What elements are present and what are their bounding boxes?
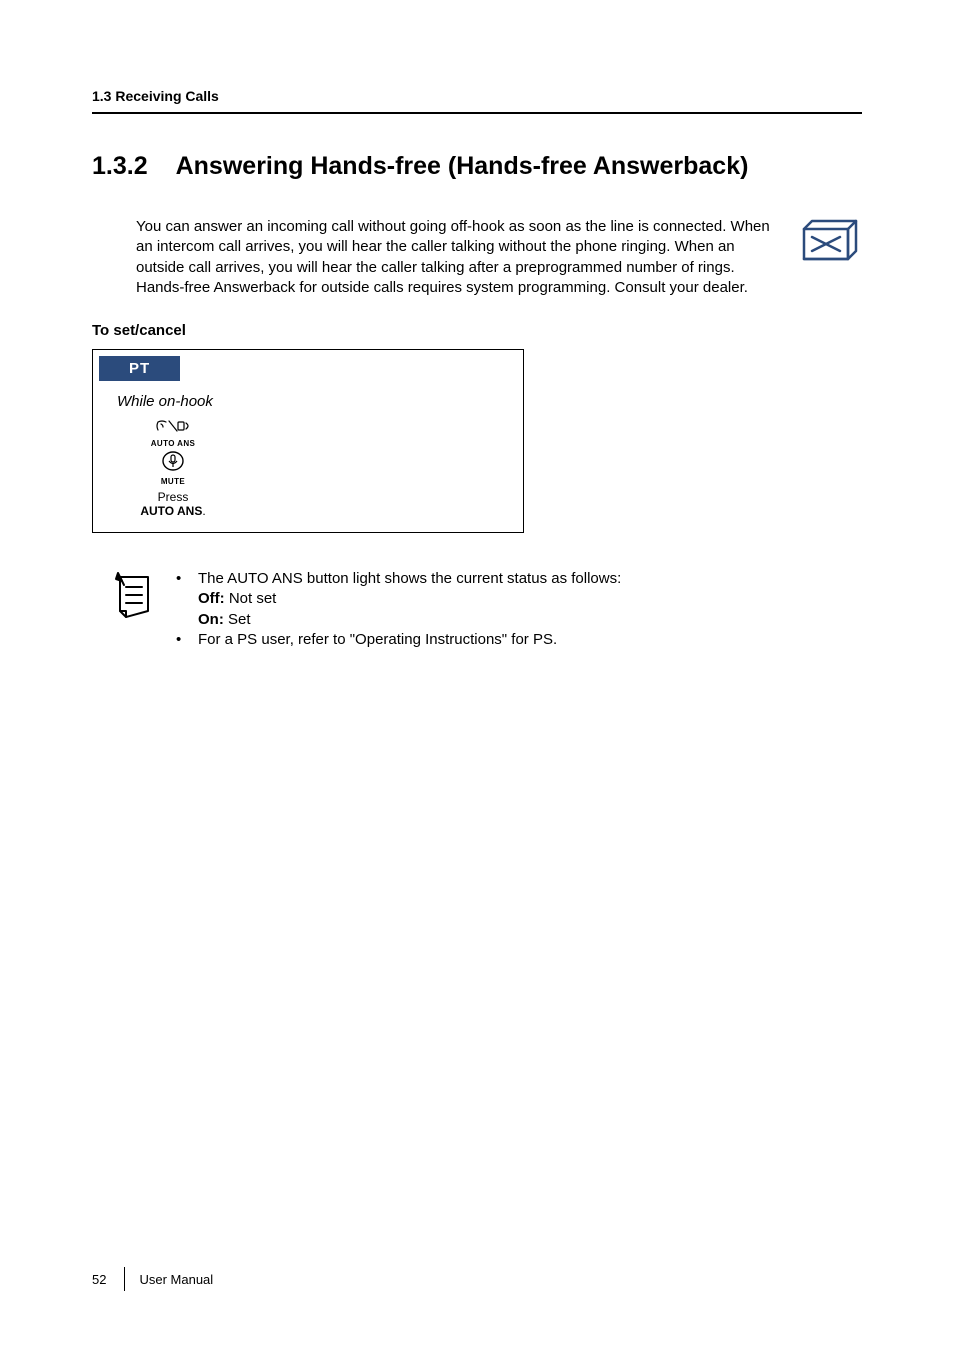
footer-divider [124, 1267, 125, 1291]
note-icon [110, 571, 158, 628]
section-number: 1.3.2 [92, 152, 148, 181]
footer: 52 User Manual [92, 1267, 213, 1291]
press-target: AUTO ANS [140, 504, 202, 518]
on-value: Set [228, 611, 251, 628]
programming-icon [798, 217, 862, 278]
intro-row: You can answer an incoming call without … [136, 217, 862, 298]
notes-list: The AUTO ANS button light shows the curr… [176, 569, 621, 650]
procedure-heading: To set/cancel [92, 322, 862, 339]
notes-row: The AUTO ANS button light shows the curr… [110, 569, 862, 650]
press-suffix: . [202, 504, 205, 518]
speaker-handset-icon [154, 418, 192, 434]
press-instruction: Press AUTO ANS. [133, 490, 213, 518]
note-1-off: Off: Not set [198, 589, 621, 609]
auto-ans-button-illustration: AUTO ANS MUTE Press AUTO ANS. [133, 418, 213, 518]
procedure-body: While on-hook AUTO ANS [93, 381, 523, 532]
running-header: 1.3 Receiving Calls [92, 88, 862, 104]
auto-ans-label: AUTO ANS [133, 439, 213, 448]
note-item-2: For a PS user, refer to "Operating Instr… [176, 630, 621, 650]
intro-text: You can answer an incoming call without … [136, 217, 778, 298]
procedure-box: PT While on-hook AUTO ANS [92, 349, 524, 533]
on-label: On: [198, 611, 224, 628]
note-1-on: On: Set [198, 610, 621, 630]
mute-button-icon [162, 450, 184, 472]
press-word: Press [158, 490, 189, 504]
off-value: Not set [229, 590, 277, 607]
off-label: Off: [198, 590, 225, 607]
mute-label: MUTE [133, 477, 213, 486]
section-title-text: Answering Hands-free (Hands-free Answerb… [176, 152, 749, 181]
section-title: 1.3.2 Answering Hands-free (Hands-free A… [92, 152, 862, 181]
note-1-lead: The AUTO ANS button light shows the curr… [198, 570, 621, 587]
note-item-1: The AUTO ANS button light shows the curr… [176, 569, 621, 630]
pt-tab: PT [99, 356, 180, 381]
page-number: 52 [92, 1272, 106, 1287]
procedure-state: While on-hook [117, 393, 523, 410]
footer-doc-title: User Manual [139, 1272, 213, 1287]
header-rule [92, 112, 862, 114]
page: 1.3 Receiving Calls 1.3.2 Answering Hand… [0, 0, 954, 1351]
